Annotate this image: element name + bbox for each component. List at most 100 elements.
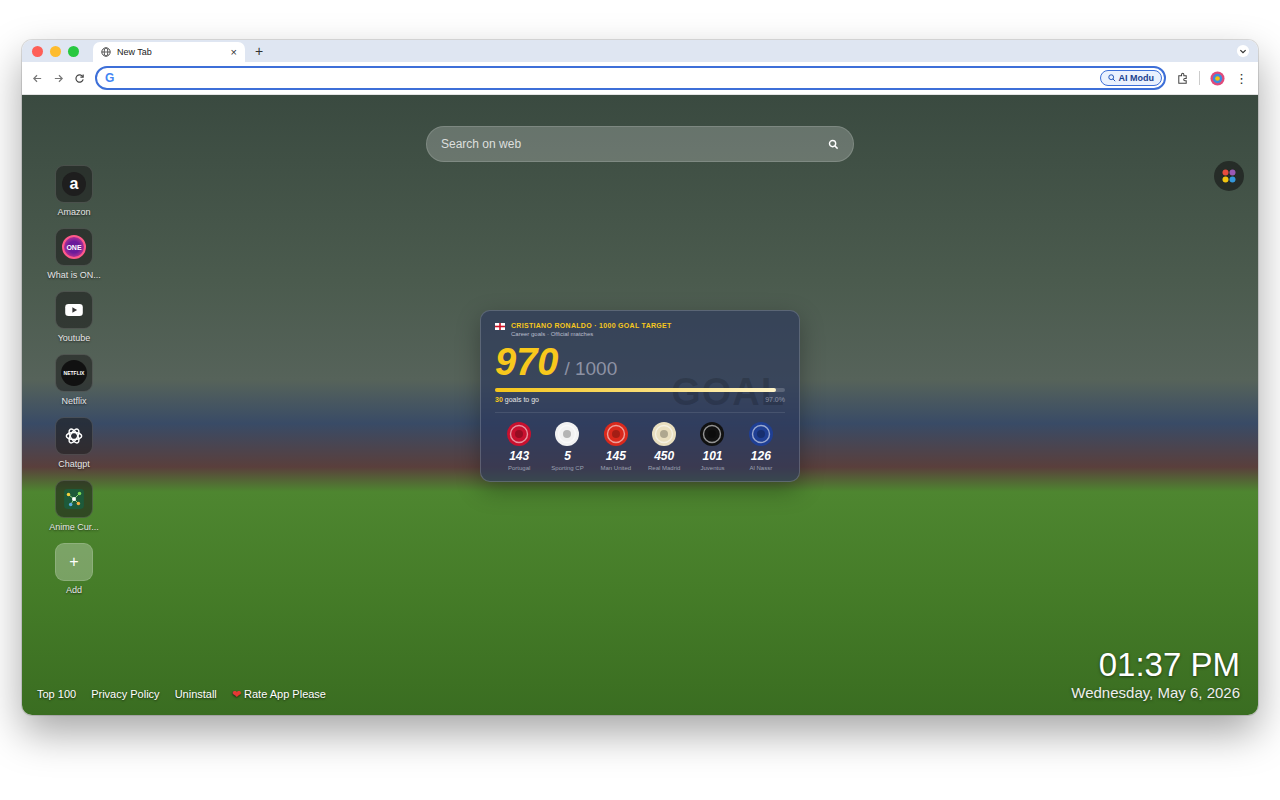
goals-remaining: 30 goals to go (495, 396, 539, 403)
shortcut-tile[interactable]: ONE (55, 228, 93, 266)
footer-link[interactable]: Uninstall (175, 688, 217, 701)
shortcut-item[interactable]: a Amazon (26, 165, 122, 217)
club-item: 450 Real Madrid (640, 421, 688, 471)
club-item: 145Man United (592, 421, 640, 471)
club-crest-icon (554, 421, 580, 447)
club-name: Juventus (700, 465, 724, 471)
shortcut-tile[interactable] (55, 417, 93, 455)
club-item: 101 Juventus (688, 421, 736, 471)
tab-close-button[interactable]: × (231, 46, 237, 58)
shortcut-item[interactable]: Anime Cur... (26, 480, 122, 532)
club-goals: 5 (564, 449, 571, 463)
club-goals: 126 (751, 449, 771, 463)
shortcut-list: a Amazon ONE What is ON... Youtube NETFLIX Net… (22, 95, 126, 646)
club-name: Man United (600, 465, 631, 471)
shortcut-item[interactable]: ONE What is ON... (26, 228, 122, 280)
search-sparkle-icon (1108, 74, 1116, 82)
shortcut-item[interactable]: Youtube (26, 291, 122, 343)
card-subtitle: Career goals · Official matches (511, 331, 672, 337)
club-crest-icon (699, 421, 725, 447)
shortcut-label: What is ON... (47, 270, 101, 280)
one-logo: ONE (62, 235, 86, 259)
chatgpt-knot-icon (63, 425, 85, 447)
club-goals: 450 (654, 449, 674, 463)
shortcut-label: Anime Cur... (49, 522, 99, 532)
toolbar: G AI Modu ⋮ (22, 62, 1258, 95)
browser-menu-button[interactable]: ⋮ (1235, 71, 1248, 86)
club-name: Portugal (508, 465, 530, 471)
footer-link[interactable]: Top 100 (37, 688, 76, 701)
apps-launcher-icon[interactable] (1214, 161, 1244, 191)
amazon-logo: a (62, 172, 86, 196)
forward-arrow-icon[interactable] (53, 73, 64, 84)
add-plus-icon: + (69, 553, 78, 571)
england-flag-icon (495, 323, 505, 330)
club-name: Al Nassr (749, 465, 772, 471)
shortcut-item[interactable]: + Add (26, 543, 122, 595)
ai-mode-button[interactable]: AI Modu (1100, 70, 1163, 86)
profile-avatar-icon[interactable] (1210, 71, 1225, 86)
footer-links: Top 100 Privacy Policy Uninstall ❤Rate App … (37, 688, 326, 701)
extensions-puzzle-icon[interactable] (1176, 72, 1189, 85)
club-name: Real Madrid (648, 465, 680, 471)
goal-target: / 1000 (564, 358, 617, 380)
tab-bar: New Tab × + (22, 40, 1258, 62)
footer-link[interactable]: ❤Rate App Please (232, 688, 326, 701)
network-graph-icon (63, 488, 85, 510)
club-item: 143 Portugal (495, 421, 543, 471)
new-tab-page: a Amazon ONE What is ON... Youtube NETFLIX Net… (22, 95, 1258, 715)
new-tab-button[interactable]: + (255, 43, 263, 59)
goal-tracker-card: GOAL CRISTIANO RONALDO · 1000 GOAL TARGET… (480, 310, 800, 482)
address-bar[interactable]: G AI Modu (95, 66, 1166, 90)
shortcut-label: Amazon (57, 207, 90, 217)
shortcut-label: Youtube (58, 333, 91, 343)
progress-fill (495, 388, 776, 392)
close-window-icon[interactable] (32, 46, 43, 57)
heart-icon: ❤ (232, 688, 241, 700)
club-crest-icon (603, 421, 629, 447)
google-logo: G (105, 71, 114, 85)
shortcut-label: Chatgpt (58, 459, 90, 469)
club-goals: 143 (509, 449, 529, 463)
card-title: CRISTIANO RONALDO · 1000 GOAL TARGET (511, 322, 672, 329)
shortcut-label: Add (66, 585, 82, 595)
screen: New Tab × + G AI Modu ⋮ a Amazon ONE What is ON.… (0, 0, 1280, 800)
clock-date: Wednesday, May 6, 2026 (1071, 684, 1240, 701)
netflix-logo: NETFLIX (61, 360, 87, 386)
shortcut-tile[interactable]: a (55, 165, 93, 203)
tab-search-chevron-icon[interactable] (1236, 44, 1250, 58)
window-controls (32, 46, 79, 57)
youtube-play-icon (63, 299, 85, 321)
watermark: GOAL (671, 371, 785, 414)
clock-time: 01:37 PM (1099, 646, 1240, 684)
footer-link[interactable]: Privacy Policy (91, 688, 159, 701)
clock: 01:37 PMWednesday, May 6, 2026 (1071, 646, 1240, 701)
zoom-window-icon[interactable] (68, 46, 79, 57)
club-name: Sporting CP (551, 465, 583, 471)
search-field[interactable]: Search on web (426, 126, 854, 162)
minimize-window-icon[interactable] (50, 46, 61, 57)
shortcut-tile[interactable] (55, 291, 93, 329)
shortcut-tile[interactable] (55, 480, 93, 518)
reload-icon[interactable] (74, 73, 85, 84)
shortcut-tile[interactable]: + (55, 543, 93, 581)
magnifier-icon[interactable] (828, 139, 839, 150)
club-item: 5 Sporting CP (543, 421, 591, 471)
search-placeholder: Search on web (441, 137, 521, 151)
browser-tab[interactable]: New Tab × (93, 42, 245, 62)
club-crest-icon (506, 421, 532, 447)
shortcut-label: Netflix (61, 396, 86, 406)
browser-window: New Tab × + G AI Modu ⋮ a Amazon ONE What is ON.… (22, 40, 1258, 715)
globe-icon (101, 47, 111, 57)
club-crest-icon (748, 421, 774, 447)
club-goals: 101 (702, 449, 722, 463)
progress-bar (495, 388, 785, 392)
shortcut-item[interactable]: Chatgpt (26, 417, 122, 469)
progress-percent: 97.0% (765, 396, 785, 403)
back-arrow-icon[interactable] (32, 73, 43, 84)
shortcut-item[interactable]: NETFLIX Netflix (26, 354, 122, 406)
tab-title: New Tab (117, 47, 225, 57)
shortcut-tile[interactable]: NETFLIX (55, 354, 93, 392)
club-item: 126 Al Nassr (737, 421, 785, 471)
club-crest-icon (651, 421, 677, 447)
